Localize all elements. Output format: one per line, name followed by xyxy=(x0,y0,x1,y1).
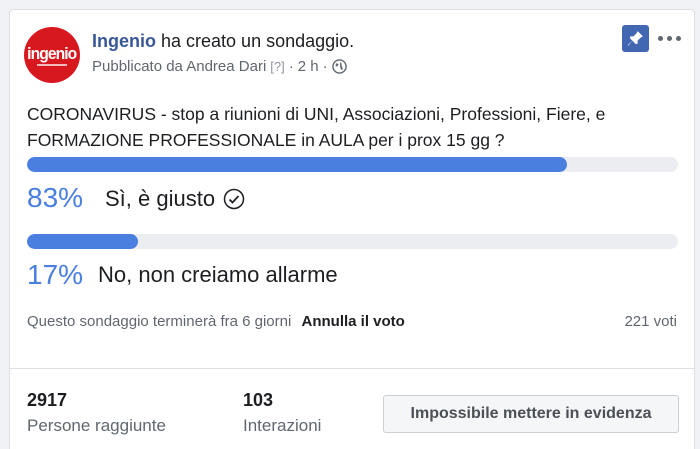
logo-underline xyxy=(37,63,67,66)
more-options-icon[interactable] xyxy=(658,36,681,41)
poll-option-2-percent: 17% xyxy=(27,259,84,290)
post-action-text: ha creato un sondaggio. xyxy=(156,31,355,51)
poll-question: CORONAVIRUS - stop a riunioni di UNI, As… xyxy=(27,104,606,150)
page-name-link[interactable]: Ingenio xyxy=(92,31,156,51)
reach-value[interactable]: 2917 xyxy=(27,390,67,411)
post-meta: Pubblicato da Andrea Dari [?] · 2 h · xyxy=(92,58,347,75)
poll-end-text: Questo sondaggio terminerà fra 6 giorni xyxy=(27,313,292,330)
poll-option-2[interactable]: No, non creiamo allarme xyxy=(98,262,338,288)
insights-divider xyxy=(10,368,694,369)
poll-option-1-label: Sì, è giusto xyxy=(105,186,216,211)
logo-wordmark: ingenio xyxy=(27,43,77,63)
pin-icon[interactable] xyxy=(622,25,649,52)
meta-separator: · xyxy=(288,58,294,75)
poll-footer: Questo sondaggio terminerà fra 6 giorni … xyxy=(27,313,405,330)
vote-count[interactable]: 221 voti xyxy=(624,313,677,330)
post-timestamp[interactable]: 2 h xyxy=(298,58,319,75)
poll-option-1-percent: 83% xyxy=(27,182,84,213)
bracket-note: [?] xyxy=(270,59,285,74)
poll-option-1-fill xyxy=(27,157,568,172)
poll-option-2-fill xyxy=(27,234,138,249)
post-card: ingenio Ingenio ha creato un sondaggio. … xyxy=(9,9,695,449)
dot xyxy=(658,36,663,41)
globe-icon[interactable] xyxy=(331,59,347,74)
poll-option-1-bar[interactable] xyxy=(27,157,678,172)
reach-label: Persone raggiunte xyxy=(27,416,166,435)
dot xyxy=(676,36,681,41)
dot xyxy=(667,36,672,41)
interactions-value[interactable]: 103 xyxy=(243,390,273,411)
ingenio-logo: ingenio xyxy=(27,43,77,63)
interactions-label: Interazioni xyxy=(243,416,322,435)
poll-option-1[interactable]: Sì, è giusto xyxy=(105,186,245,212)
meta-separator-2: · xyxy=(322,58,328,75)
post-header: Ingenio ha creato un sondaggio. xyxy=(92,31,354,52)
published-by[interactable]: Pubblicato da Andrea Dari xyxy=(92,58,266,75)
undo-vote-link[interactable]: Annulla il voto xyxy=(302,313,405,330)
check-circle-icon xyxy=(223,188,245,210)
poll-option-2-label: No, non creiamo allarme xyxy=(98,262,338,287)
page-avatar[interactable]: ingenio xyxy=(24,27,80,83)
poll-option-2-bar[interactable] xyxy=(27,234,678,249)
boost-post-button[interactable]: Impossibile mettere in evidenza xyxy=(383,395,679,433)
pin-glyph xyxy=(628,31,643,46)
